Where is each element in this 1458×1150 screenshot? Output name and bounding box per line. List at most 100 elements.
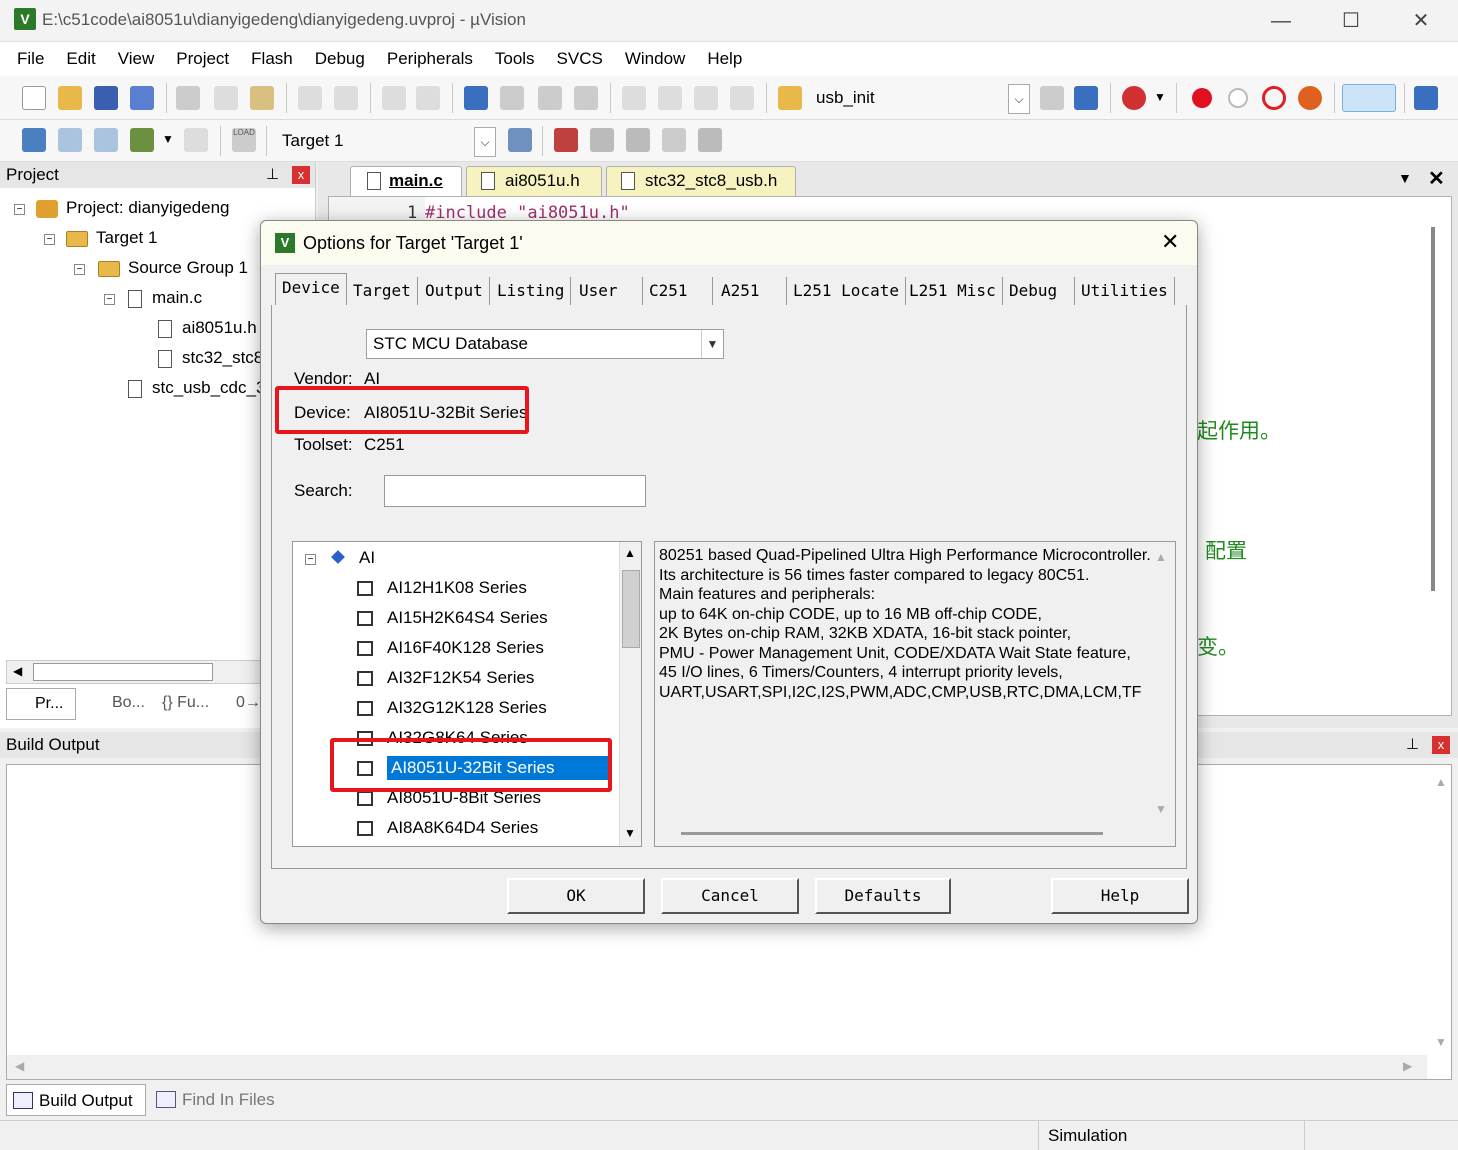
batch-build-icon[interactable] — [130, 128, 154, 152]
pin-icon[interactable]: ⊥ — [266, 162, 279, 188]
menu-file[interactable]: File — [6, 49, 55, 69]
prev-bookmark-icon[interactable] — [500, 86, 524, 110]
rebuild-icon[interactable] — [94, 128, 118, 152]
pin-icon[interactable]: ⊥ — [1406, 732, 1419, 758]
collapse-icon[interactable]: − — [44, 234, 55, 245]
close-window-button[interactable]: ✕ — [1396, 6, 1446, 36]
undo-icon[interactable] — [298, 86, 322, 110]
run-time-env-icon[interactable] — [626, 128, 650, 152]
device-tree-scrollbar[interactable]: ▲ ▼ — [619, 542, 641, 846]
scroll-up-icon[interactable]: ▲ — [624, 546, 636, 560]
tab-functions[interactable]: {} Fu... — [162, 688, 232, 720]
chevron-down-icon[interactable]: ⌵ — [474, 127, 496, 157]
cut-icon[interactable] — [176, 86, 200, 110]
editor-tab-stc32-usb-h[interactable]: stc32_stc8_usb.h — [606, 166, 796, 196]
help-button[interactable]: Help — [1051, 878, 1189, 914]
stop-build-icon[interactable] — [184, 128, 208, 152]
editor-tab-main-c[interactable]: main.c — [350, 166, 462, 196]
scroll-down-icon[interactable]: ▼ — [1155, 800, 1167, 820]
tree-file-main[interactable]: main.c — [128, 288, 202, 308]
batch-dropdown-icon[interactable]: ▼ — [162, 132, 174, 146]
kill-all-breakpoints-icon[interactable] — [1298, 86, 1322, 110]
device-item[interactable]: AI8A8K64D4 Series — [357, 818, 538, 838]
collapse-icon[interactable]: − — [104, 294, 115, 305]
navigate-forward-icon[interactable] — [416, 86, 440, 110]
tab-user[interactable]: User — [573, 277, 643, 305]
incremental-find-icon[interactable] — [1074, 86, 1098, 110]
tab-debug[interactable]: Debug — [1003, 277, 1075, 305]
scroll-right-icon[interactable]: ▶ — [1403, 1059, 1412, 1073]
build-icon[interactable] — [58, 128, 82, 152]
pack-installer-icon[interactable] — [662, 128, 686, 152]
dialog-close-button[interactable]: ✕ — [1161, 229, 1179, 255]
configure-wrench-icon[interactable] — [1414, 86, 1438, 110]
unindent-icon[interactable] — [658, 86, 682, 110]
tab-l251-misc[interactable]: L251 Misc — [903, 277, 1003, 305]
redo-icon[interactable] — [334, 86, 358, 110]
collapse-icon[interactable]: − — [305, 554, 316, 565]
cancel-button[interactable]: Cancel — [661, 878, 799, 914]
menu-project[interactable]: Project — [165, 49, 240, 69]
tab-find-in-files[interactable]: Find In Files — [150, 1084, 284, 1116]
breakpoint-icon[interactable] — [1192, 88, 1212, 108]
copy-icon[interactable] — [214, 86, 238, 110]
debug-dropdown-icon[interactable]: ▼ — [1154, 90, 1166, 104]
close-panel-icon[interactable]: x — [292, 166, 310, 184]
target-options-icon[interactable] — [508, 128, 532, 152]
comment-icon[interactable] — [694, 86, 718, 110]
find-combo[interactable]: usb_init ⌵ — [810, 84, 1030, 114]
search-input[interactable] — [384, 475, 646, 507]
device-item[interactable]: AI12H1K08 Series — [357, 578, 527, 598]
device-item[interactable]: AI32F12K54 Series — [357, 668, 534, 688]
description-horizontal-scrollbar[interactable] — [681, 832, 1103, 835]
tab-list-dropdown-icon[interactable]: ▼ — [1398, 170, 1412, 186]
tree-target[interactable]: Target 1 — [66, 228, 157, 248]
menu-peripherals[interactable]: Peripherals — [376, 49, 484, 69]
menu-edit[interactable]: Edit — [55, 49, 106, 69]
save-all-icon[interactable] — [130, 86, 154, 110]
tab-listing[interactable]: Listing — [491, 277, 572, 305]
device-tree[interactable]: − AI AI12H1K08 Series AI15H2K64S4 Series… — [292, 541, 642, 847]
ok-button[interactable]: OK — [507, 878, 645, 914]
bookmark-icon[interactable] — [464, 86, 488, 110]
tab-utilities[interactable]: Utilities — [1075, 277, 1175, 305]
tab-project[interactable]: Pr... — [6, 688, 76, 720]
tab-device[interactable]: Device — [275, 273, 347, 305]
start-debug-icon[interactable] — [1122, 86, 1146, 110]
scroll-down-icon[interactable]: ▼ — [1435, 1035, 1447, 1049]
menu-view[interactable]: View — [107, 49, 166, 69]
scroll-up-icon[interactable]: ▲ — [1155, 548, 1167, 568]
maximize-button[interactable]: ☐ — [1326, 6, 1376, 36]
menu-tools[interactable]: Tools — [484, 49, 546, 69]
output-horizontal-scrollbar[interactable]: ◀ ▶ — [7, 1055, 1427, 1079]
select-packs-icon[interactable] — [590, 128, 614, 152]
chevron-down-icon[interactable]: ▼ — [701, 330, 723, 358]
defaults-button[interactable]: Defaults — [815, 878, 951, 914]
scroll-thumb[interactable] — [622, 570, 640, 648]
save-icon[interactable] — [94, 86, 118, 110]
scroll-down-icon[interactable]: ▼ — [624, 826, 636, 840]
paste-icon[interactable] — [250, 86, 274, 110]
open-file-icon[interactable] — [58, 86, 82, 110]
uncomment-icon[interactable] — [730, 86, 754, 110]
collapse-icon[interactable]: − — [74, 264, 85, 275]
download-load-icon[interactable]: LOAD — [232, 128, 256, 152]
editor-tab-ai8051u-h[interactable]: ai8051u.h — [466, 166, 602, 196]
menu-window[interactable]: Window — [614, 49, 696, 69]
tab-books[interactable]: Bo... — [84, 688, 158, 720]
tab-c251[interactable]: C251 — [643, 277, 713, 305]
tree-source-group[interactable]: Source Group 1 — [98, 258, 248, 278]
tab-build-output[interactable]: Build Output — [6, 1084, 146, 1116]
manage-components-icon[interactable] — [554, 128, 578, 152]
scroll-left-icon[interactable]: ◀ — [13, 664, 22, 678]
device-item[interactable]: AI15H2K64S4 Series — [357, 608, 548, 628]
scroll-left-icon[interactable]: ◀ — [15, 1059, 24, 1073]
navigate-back-icon[interactable] — [382, 86, 406, 110]
window-layout-icon[interactable] — [1342, 84, 1396, 112]
scroll-up-icon[interactable]: ▲ — [1435, 775, 1447, 789]
tree-project-root[interactable]: Project: dianyigedeng — [36, 198, 230, 218]
next-bookmark-icon[interactable] — [538, 86, 562, 110]
tree-vendor-ai[interactable]: AI — [359, 548, 375, 568]
database-select[interactable]: STC MCU Database ▼ — [366, 329, 724, 359]
tab-a251[interactable]: A251 — [715, 277, 787, 305]
